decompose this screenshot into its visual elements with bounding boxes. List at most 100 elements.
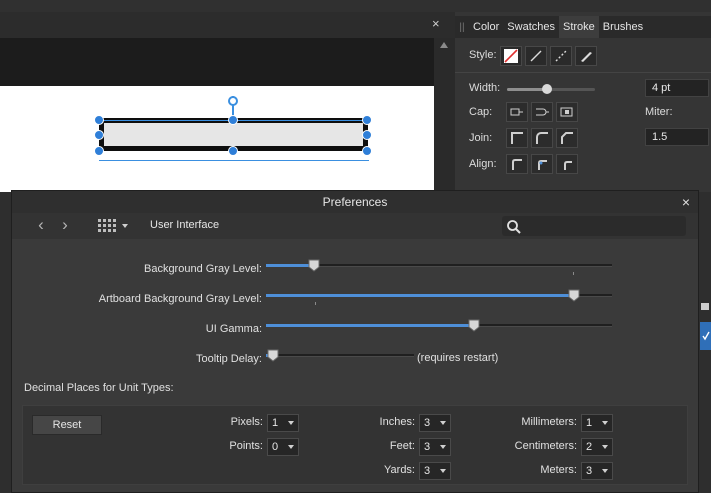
search-input[interactable] bbox=[502, 216, 686, 236]
points-select[interactable]: 0 bbox=[267, 438, 299, 456]
brush-stroke-icon[interactable] bbox=[575, 46, 597, 66]
tab-brushes[interactable]: Brushes bbox=[599, 16, 647, 38]
dialog-nav-bar: ‹ › User Interface bbox=[12, 213, 698, 239]
tab-stroke[interactable]: Stroke bbox=[559, 16, 599, 38]
round-join-icon[interactable] bbox=[531, 128, 553, 148]
top-strip bbox=[0, 0, 711, 12]
square-cap-icon[interactable] bbox=[556, 102, 578, 122]
pixels-label: Pixels: bbox=[230, 416, 263, 428]
chevron-down-icon bbox=[440, 445, 446, 449]
chevron-down-icon bbox=[602, 445, 608, 449]
chevron-down-icon bbox=[602, 469, 608, 473]
forward-button[interactable]: › bbox=[54, 216, 76, 236]
artboard-gray-label: Artboard Background Gray Level: bbox=[98, 293, 262, 305]
panel-grip-icon[interactable]: || bbox=[455, 22, 469, 33]
style-label: Style: bbox=[469, 49, 497, 61]
selection-handle-top-left[interactable] bbox=[94, 115, 104, 125]
cap-label: Cap: bbox=[469, 106, 493, 118]
feet-label: Feet: bbox=[389, 440, 415, 452]
decimal-places-heading: Decimal Places for Unit Types: bbox=[24, 382, 174, 394]
align-outside-icon[interactable] bbox=[556, 154, 578, 174]
panel-tabs: || Color Swatches Stroke Brushes bbox=[455, 16, 711, 38]
width-slider-knob[interactable] bbox=[541, 84, 552, 94]
slider-tick bbox=[573, 272, 574, 275]
inches-label: Inches: bbox=[379, 416, 415, 428]
preferences-dialog: Preferences × ‹ › User Interface Backgro… bbox=[11, 190, 699, 493]
miter-join-icon[interactable] bbox=[506, 128, 528, 148]
document-canvas[interactable] bbox=[0, 86, 434, 192]
butt-cap-icon[interactable] bbox=[506, 102, 528, 122]
document-scrollbar[interactable] bbox=[434, 38, 455, 192]
selection-handle-top-right[interactable] bbox=[362, 115, 372, 125]
artboard-gray-slider[interactable] bbox=[266, 294, 612, 297]
dialog-close-button[interactable]: × bbox=[682, 194, 690, 210]
align-center-icon[interactable] bbox=[531, 154, 553, 174]
dialog-title: Preferences bbox=[12, 191, 698, 213]
yards-select[interactable]: 3 bbox=[419, 462, 451, 480]
selection-handle-middle-left[interactable] bbox=[94, 130, 104, 140]
meters-select[interactable]: 3 bbox=[581, 462, 613, 480]
selection-handle-bottom-center[interactable] bbox=[228, 146, 238, 156]
background-gray-knob[interactable] bbox=[308, 259, 320, 272]
centimeters-value: 2 bbox=[586, 441, 593, 453]
slider-fill bbox=[266, 324, 474, 327]
align-inside-icon[interactable] bbox=[506, 154, 528, 174]
selection-box-bottom bbox=[99, 160, 369, 161]
millimeters-select[interactable]: 1 bbox=[581, 414, 613, 432]
decimal-places-group: Reset Pixels: 1 Points: 0 Inches: 3 Feet… bbox=[22, 405, 688, 485]
tooltip-delay-knob[interactable] bbox=[267, 349, 279, 362]
yards-value: 3 bbox=[424, 465, 431, 477]
restart-note: (requires restart) bbox=[417, 352, 499, 364]
selection-handle-bottom-left[interactable] bbox=[94, 146, 104, 156]
round-cap-icon[interactable] bbox=[531, 102, 553, 122]
inches-select[interactable]: 3 bbox=[419, 414, 451, 432]
width-label: Width: bbox=[469, 82, 501, 94]
ui-gamma-knob[interactable] bbox=[468, 319, 480, 332]
chevron-down-icon bbox=[288, 421, 294, 425]
reset-button[interactable]: Reset bbox=[32, 415, 102, 435]
ui-gamma-slider[interactable] bbox=[266, 324, 612, 327]
slider-tick bbox=[315, 302, 316, 305]
selection-handle-top-center[interactable] bbox=[228, 115, 238, 125]
solid-line-icon[interactable] bbox=[525, 46, 547, 66]
background-gray-label: Background Gray Level: bbox=[143, 263, 262, 275]
tab-swatches[interactable]: Swatches bbox=[503, 16, 559, 38]
slider-fill bbox=[266, 294, 574, 297]
pixels-value: 1 bbox=[272, 417, 279, 429]
tooltip-delay-slider[interactable] bbox=[266, 354, 414, 357]
selection-handle-bottom-right[interactable] bbox=[362, 146, 372, 156]
artboard-gray-knob[interactable] bbox=[568, 289, 580, 302]
grid-icon bbox=[98, 219, 116, 233]
centimeters-label: Centimeters: bbox=[514, 440, 577, 452]
tooltip-delay-label: Tooltip Delay: bbox=[195, 353, 262, 365]
section-title: User Interface bbox=[150, 219, 220, 231]
partial-edge-controls bbox=[699, 290, 711, 350]
back-button[interactable]: ‹ bbox=[30, 216, 52, 236]
section-grid-button[interactable] bbox=[96, 216, 132, 236]
document-panel: × bbox=[0, 12, 455, 192]
pixels-select[interactable]: 1 bbox=[267, 414, 299, 432]
rotation-handle[interactable] bbox=[228, 96, 238, 106]
centimeters-select[interactable]: 2 bbox=[581, 438, 613, 456]
join-label: Join: bbox=[469, 132, 493, 144]
inches-value: 3 bbox=[424, 417, 431, 429]
points-value: 0 bbox=[272, 441, 279, 453]
feet-value: 3 bbox=[424, 441, 431, 453]
dashed-line-icon[interactable] bbox=[550, 46, 572, 66]
scroll-up-arrow-icon[interactable] bbox=[440, 42, 448, 48]
millimeters-value: 1 bbox=[586, 417, 593, 429]
feet-select[interactable]: 3 bbox=[419, 438, 451, 456]
document-toolbar bbox=[0, 38, 434, 86]
meters-label: Meters: bbox=[540, 464, 577, 476]
chevron-down-icon bbox=[288, 445, 294, 449]
selection-handle-middle-right[interactable] bbox=[362, 130, 372, 140]
chevron-down-icon bbox=[440, 421, 446, 425]
document-close-button[interactable]: × bbox=[432, 16, 440, 31]
bevel-join-icon[interactable] bbox=[556, 128, 578, 148]
millimeters-label: Millimeters: bbox=[521, 416, 577, 428]
tab-color[interactable]: Color bbox=[469, 16, 503, 38]
stroke-panel: || Color Swatches Stroke Brushes Style: … bbox=[455, 12, 711, 192]
no-stroke-icon[interactable] bbox=[500, 46, 522, 66]
miter-field[interactable]: 1.5 bbox=[645, 128, 709, 146]
width-field[interactable]: 4 pt bbox=[645, 79, 709, 97]
